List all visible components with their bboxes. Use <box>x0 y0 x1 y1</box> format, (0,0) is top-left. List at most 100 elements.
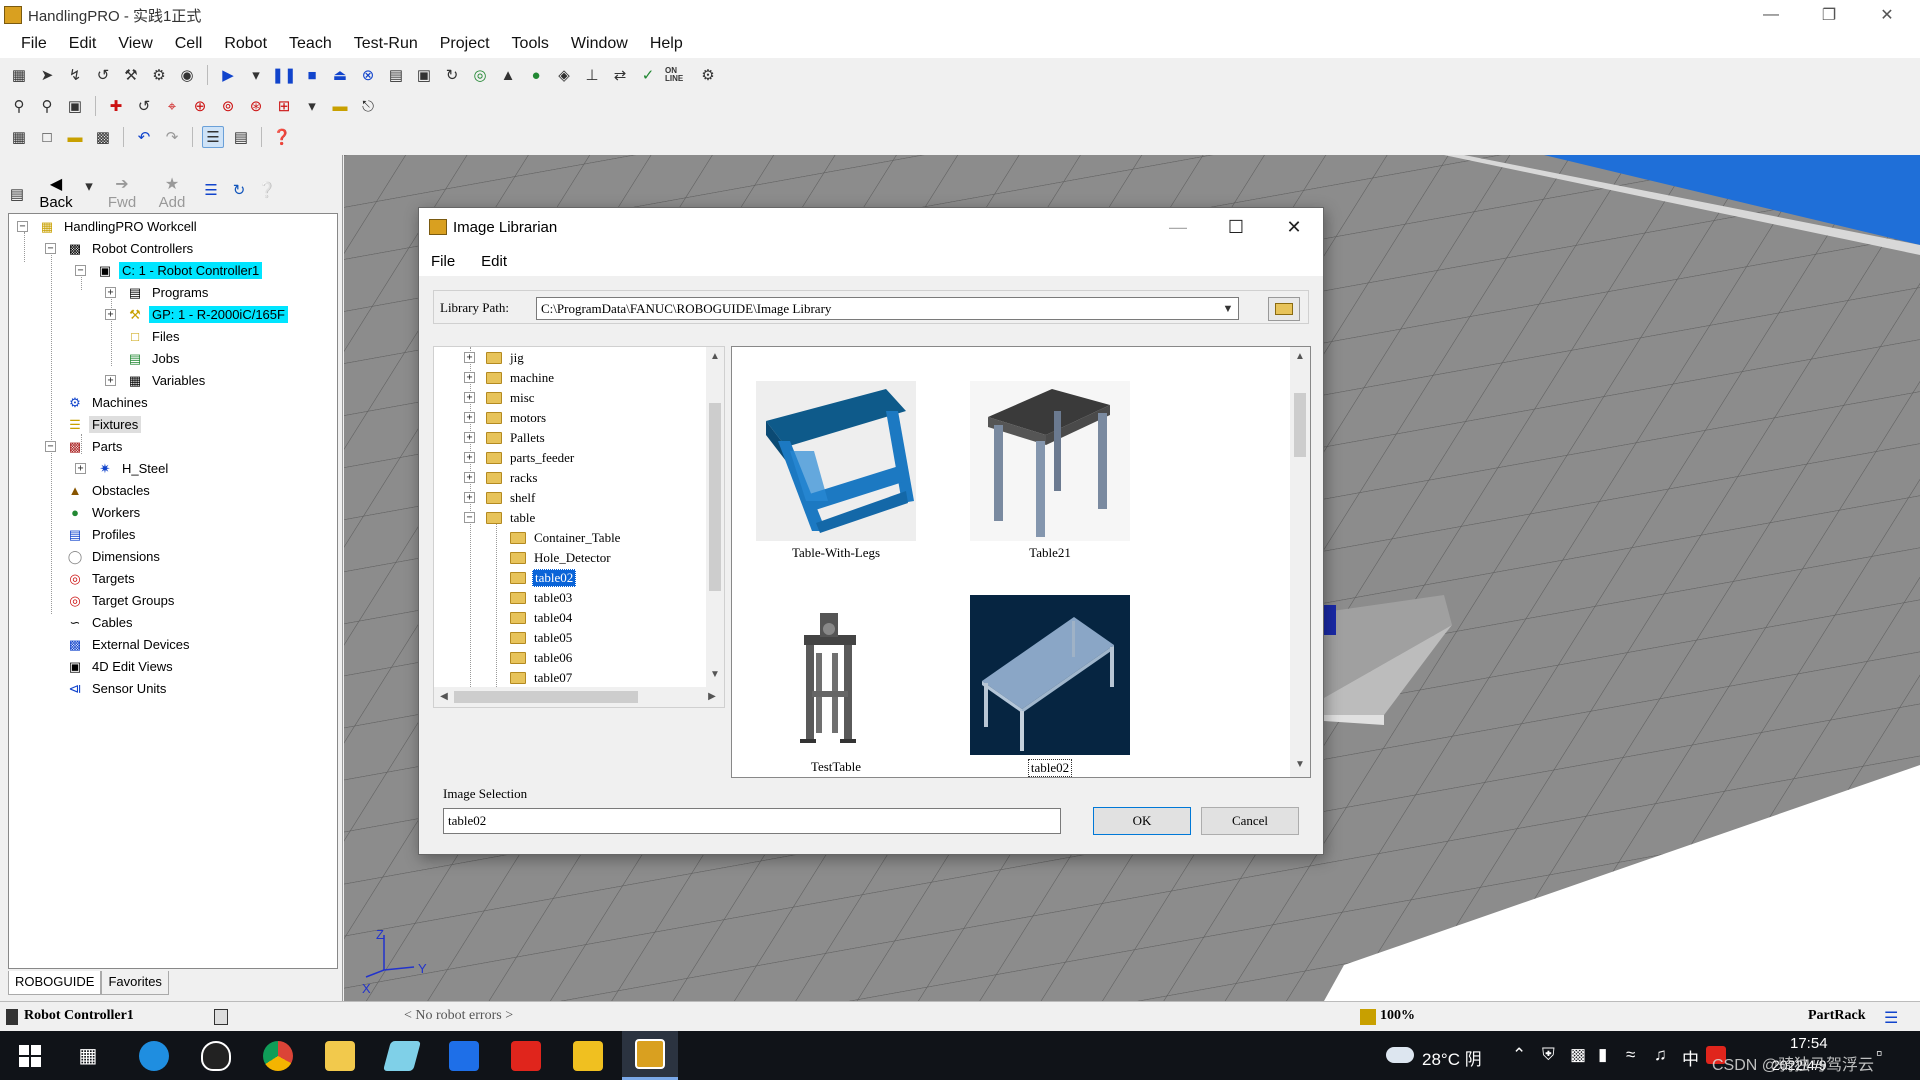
save-icon[interactable]: ▩ <box>92 126 114 148</box>
move-axis-icon[interactable]: ✚ <box>105 95 127 117</box>
folder-item[interactable]: + machine <box>464 369 556 387</box>
panel-icon[interactable]: ▤ <box>385 64 407 86</box>
tree-robot-controllers[interactable]: − ▩ Robot Controllers <box>45 238 196 259</box>
scroll-up-icon[interactable]: ▲ <box>707 351 723 362</box>
redo-icon[interactable]: ↷ <box>161 126 183 148</box>
abort-icon[interactable]: ⊗ <box>357 64 379 86</box>
tree-variables[interactable]: + ▦ Variables <box>105 370 208 391</box>
tree-target-groups[interactable]: ◎ Target Groups <box>65 590 177 611</box>
thumbnail-table-with-legs[interactable]: Table-With-Legs <box>756 381 916 561</box>
frame-icon[interactable]: ⌖ <box>161 95 183 117</box>
scroll-thumb[interactable] <box>454 691 638 703</box>
tree-profiles[interactable]: ▤ Profiles <box>65 524 138 545</box>
menu-project[interactable]: Project <box>429 35 501 53</box>
paint-icon[interactable]: ◈ <box>553 64 575 86</box>
user-frame-icon[interactable]: ⊚ <box>217 95 239 117</box>
view-dropdown-icon[interactable]: ▾ <box>301 95 323 117</box>
menu-edit[interactable]: Edit <box>58 35 108 53</box>
folder-item[interactable]: + motors <box>464 409 548 427</box>
scroll-down-icon[interactable]: ▼ <box>1292 759 1308 770</box>
thumbnail-testtable[interactable]: TestTable <box>756 595 916 775</box>
dialog-menu-edit[interactable]: Edit <box>481 253 507 270</box>
minimize-button[interactable]: — <box>1742 0 1800 30</box>
chrome-app[interactable] <box>250 1031 306 1080</box>
dialog-maximize-button[interactable]: ☐ <box>1207 208 1265 246</box>
dialog-minimize-button[interactable]: — <box>1149 208 1207 246</box>
play-icon[interactable]: ▶ <box>217 64 239 86</box>
tree-view-icon[interactable]: ☰ <box>200 179 222 201</box>
undo-icon[interactable]: ↶ <box>133 126 155 148</box>
scroll-up-icon[interactable]: ▲ <box>1292 351 1308 362</box>
part-tree-icon[interactable]: ☰ <box>1884 1008 1898 1028</box>
jog-icon[interactable]: ➤ <box>36 64 58 86</box>
folder-item-table[interactable]: − table <box>464 509 537 527</box>
dock-icon[interactable]: ▤ <box>6 183 28 205</box>
wifi-icon[interactable]: ≈ <box>1626 1045 1635 1065</box>
cancel-button[interactable]: Cancel <box>1201 807 1299 835</box>
collapse-icon[interactable]: − <box>45 441 56 452</box>
new-icon[interactable]: □ <box>36 126 58 148</box>
chevron-down-icon[interactable]: ▼ <box>1218 298 1238 319</box>
jog-frame-icon[interactable]: ⊞ <box>273 95 295 117</box>
menu-window[interactable]: Window <box>560 35 639 53</box>
clock-time[interactable]: 17:54 <box>1790 1035 1828 1052</box>
menu-robot[interactable]: Robot <box>213 35 278 53</box>
collapse-icon[interactable]: − <box>75 265 86 276</box>
tree-sensor-units[interactable]: ⧏ Sensor Units <box>65 678 169 699</box>
gripper-icon[interactable]: ⚙ <box>148 64 170 86</box>
cell-browser-toggle-icon[interactable]: ☰ <box>202 126 224 148</box>
image-item[interactable]: table03 <box>510 589 574 607</box>
add-button[interactable]: ★ Add <box>150 174 194 211</box>
record-icon[interactable]: ◉ <box>176 64 198 86</box>
collapse-icon[interactable]: − <box>17 221 28 232</box>
mouse-icon[interactable]: ⎋ <box>357 95 379 117</box>
zoom-out-icon[interactable]: ⚲ <box>36 95 58 117</box>
file-explorer-app[interactable] <box>312 1031 368 1080</box>
qq-app[interactable] <box>188 1031 244 1080</box>
chart-icon[interactable]: ▤ <box>230 126 252 148</box>
wps-app[interactable] <box>498 1031 554 1080</box>
image-item[interactable]: table05 <box>510 629 574 647</box>
security-icon[interactable]: ⛨ <box>1542 1045 1555 1065</box>
tree-fixtures[interactable]: ☰ Fixtures <box>65 414 142 435</box>
dialog-close-button[interactable]: ✕ <box>1265 208 1323 246</box>
back-button[interactable]: ◀ Back <box>34 174 78 211</box>
volume-icon[interactable]: ♫ <box>1654 1045 1667 1065</box>
scroll-left-icon[interactable]: ◀ <box>436 691 452 702</box>
tree-h-steel[interactable]: + ✷ H_Steel <box>75 458 171 479</box>
tree-programs[interactable]: + ▤ Programs <box>105 282 211 303</box>
library-path-combo[interactable]: C:\ProgramData\FANUC\ROBOGUIDE\Image Lib… <box>536 297 1239 320</box>
tab-favorites[interactable]: Favorites <box>101 971 169 995</box>
teach-pendant-status-icon[interactable] <box>214 1009 228 1025</box>
menu-help[interactable]: Help <box>639 35 694 53</box>
notes-app[interactable] <box>374 1031 430 1080</box>
tree-jobs[interactable]: ▤ Jobs <box>125 348 182 369</box>
tab-roboguide[interactable]: ROBOGUIDE <box>8 971 102 995</box>
scroll-right-icon[interactable]: ▶ <box>704 691 720 702</box>
tree-root[interactable]: − ▦ HandlingPRO Workcell <box>17 216 200 237</box>
thumbnails-vscroll[interactable]: ▲ ▼ <box>1290 347 1310 777</box>
zoom-in-icon[interactable]: ⚲ <box>8 95 30 117</box>
roboguide-app[interactable] <box>560 1031 616 1080</box>
online-icon[interactable]: ON LINE <box>665 64 691 86</box>
play-dropdown-icon[interactable]: ▾ <box>245 64 267 86</box>
folder-item[interactable]: + shelf <box>464 489 537 507</box>
scroll-down-icon[interactable]: ▼ <box>707 669 723 680</box>
folder-item[interactable]: + racks <box>464 469 539 487</box>
tree-machines[interactable]: ⚙ Machines <box>65 392 151 413</box>
program-icon[interactable]: ↺ <box>92 64 114 86</box>
weather-text[interactable]: 28°C 阴 <box>1422 1045 1482 1070</box>
folder-item[interactable]: + Pallets <box>464 429 547 447</box>
thumbnail-table02-selected[interactable]: table02 <box>970 595 1130 777</box>
feishu-app[interactable] <box>436 1031 492 1080</box>
tree-workers[interactable]: ● Workers <box>65 502 143 523</box>
image-item-selected[interactable]: table02 <box>510 569 577 587</box>
tree-files[interactable]: □ Files <box>125 326 182 347</box>
sign-icon[interactable]: ▲ <box>497 64 519 86</box>
tree-cables[interactable]: ∽ Cables <box>65 612 135 633</box>
tree-4d-edit-views[interactable]: ▣ 4D Edit Views <box>65 656 176 677</box>
menu-file[interactable]: File <box>10 35 58 53</box>
ok-button[interactable]: OK <box>1093 807 1191 835</box>
folder-tree-hscroll[interactable]: ◀ ▶ <box>434 687 724 707</box>
restore-button[interactable]: ❐ <box>1800 0 1858 30</box>
